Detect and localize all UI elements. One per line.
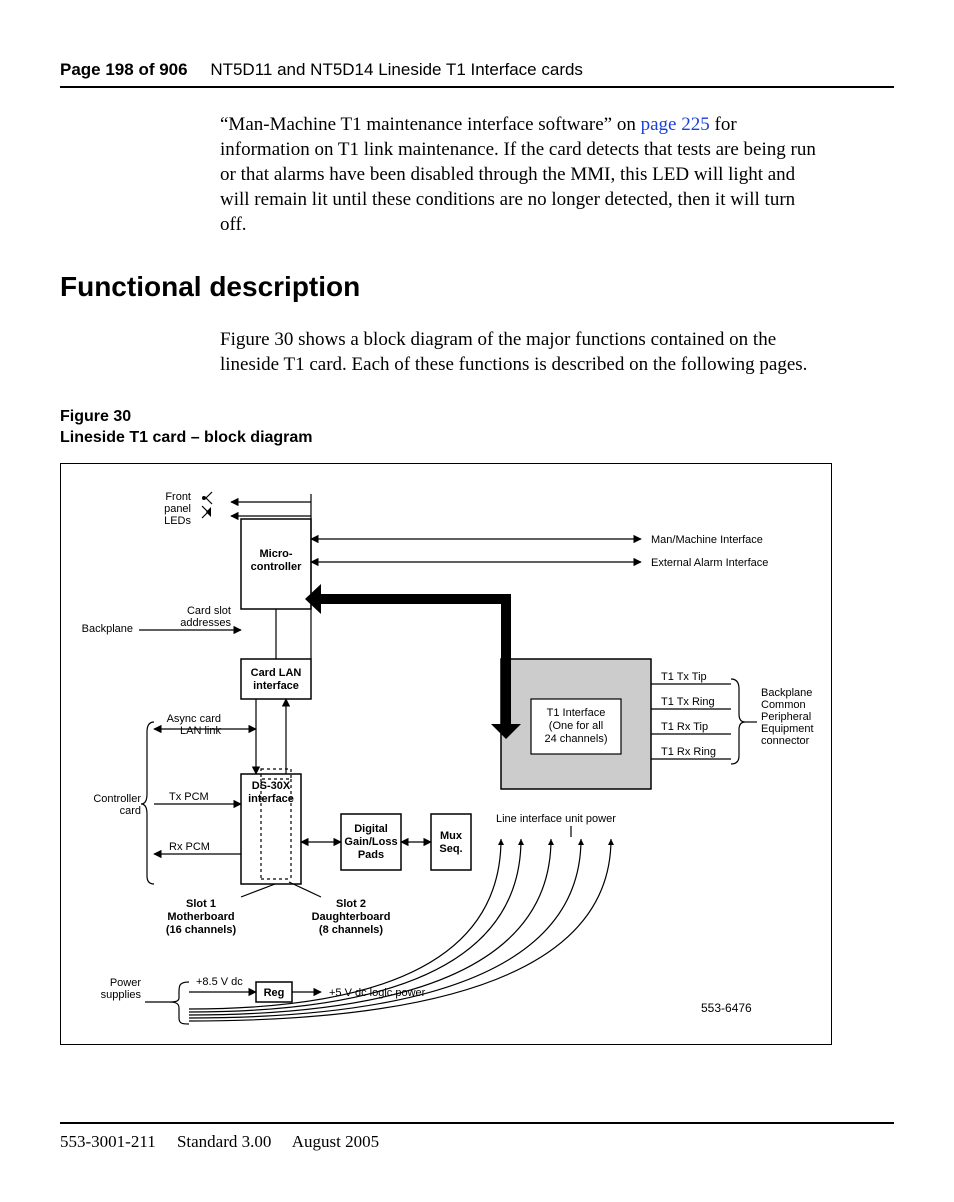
svg-text:Slot 1Motherboard(16 channels): Slot 1Motherboard(16 channels) [166,898,237,936]
svg-text:Backplane: Backplane [82,623,133,635]
page-link[interactable]: page 225 [641,114,710,135]
svg-text:DS-30Xinterface: DS-30Xinterface [248,780,294,805]
svg-text:Card slotaddresses: Card slotaddresses [180,605,231,629]
block-diagram: Micro-controller Card LANinterface DS-30… [60,463,832,1045]
svg-text:Man/Machine Interface: Man/Machine Interface [651,534,763,546]
svg-text:Rx PCM: Rx PCM [169,841,210,853]
svg-text:MuxSeq.: MuxSeq. [439,830,462,855]
svg-text:Async cardLAN link: Async cardLAN link [167,713,222,737]
header-title: NT5D11 and NT5D14 Lineside T1 Interface … [210,60,583,79]
label: Micro- [260,548,293,560]
svg-text:553-6476: 553-6476 [701,1001,752,1015]
svg-text:Line interface unit power: Line interface unit power [496,813,616,825]
svg-text:T1 Interface(One for all24 cha: T1 Interface(One for all24 channels) [545,707,608,745]
svg-text:FrontpanelLEDs: FrontpanelLEDs [164,491,191,527]
footer-rev: Standard 3.00 [177,1132,271,1151]
figure-caption: Figure 30 Lineside T1 card – block diagr… [60,406,894,449]
svg-text:Slot 2Daughterboard(8 channels: Slot 2Daughterboard(8 channels) [312,898,391,936]
svg-text:Card LANinterface: Card LANinterface [251,667,302,692]
svg-text:Micro-controller: Micro-controller [251,548,302,573]
svg-text:T1 Rx Tip: T1 Rx Tip [661,721,708,733]
svg-text:Controllercard: Controllercard [93,793,141,817]
figure-number: Figure 30 [60,406,894,428]
page-header: Page 198 of 906 NT5D11 and NT5D14 Linesi… [60,60,894,88]
section-heading: Functional description [60,271,894,303]
svg-text:T1 Rx Ring: T1 Rx Ring [661,746,716,758]
svg-text:T1 Tx Tip: T1 Tx Tip [661,671,707,683]
body-paragraph-2: Figure 30 shows a block diagram of the m… [220,327,820,377]
svg-text:+8.5 V dc: +8.5 V dc [196,976,243,988]
body-paragraph-1: “Man-Machine T1 maintenance interface so… [220,112,820,237]
svg-text:Reg: Reg [264,987,285,999]
footer-doc: 553-3001-211 [60,1132,156,1151]
page-footer: 553-3001-211 Standard 3.00 August 2005 [60,1122,894,1152]
figure-title: Lineside T1 card – block diagram [60,427,894,449]
svg-text:DigitalGain/LossPads: DigitalGain/LossPads [344,823,397,861]
svg-text:+5 V dc logic power: +5 V dc logic power [329,987,426,999]
svg-text:External Alarm Interface: External Alarm Interface [651,557,768,569]
svg-text:Tx PCM: Tx PCM [169,791,209,803]
text-run: “Man-Machine T1 maintenance interface so… [220,114,641,135]
page-number: Page 198 of 906 [60,60,188,79]
svg-text:T1 Tx Ring: T1 Tx Ring [661,696,715,708]
footer-date: August 2005 [292,1132,379,1151]
svg-text:Powersupplies: Powersupplies [101,977,142,1001]
document-page: Page 198 of 906 NT5D11 and NT5D14 Linesi… [0,0,954,1202]
svg-text:BackplaneCommonPeripheralEquip: BackplaneCommonPeripheralEquipmentconnec… [761,687,814,747]
